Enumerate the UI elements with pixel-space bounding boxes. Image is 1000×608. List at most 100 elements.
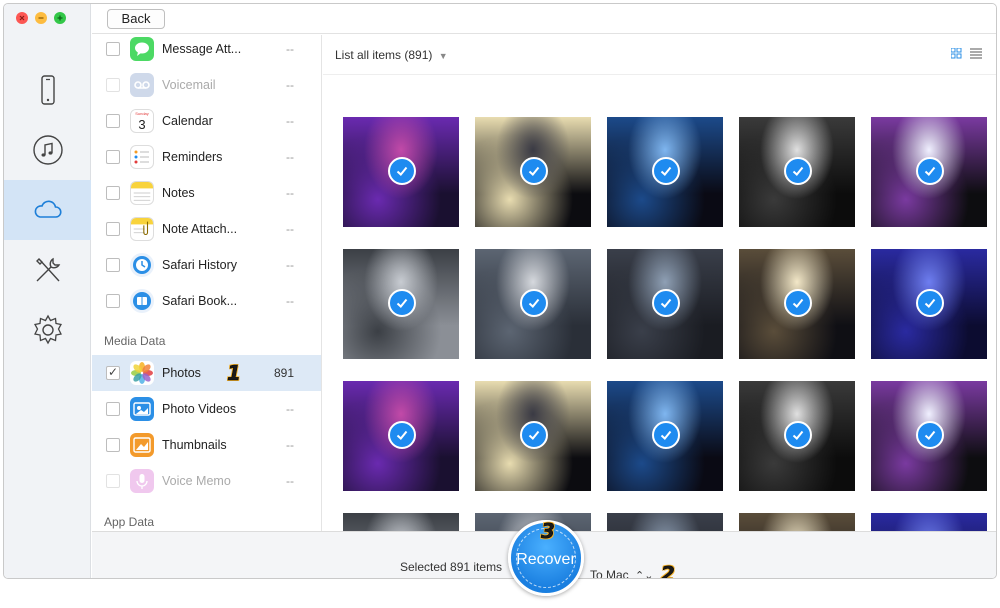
photo-thumbnail[interactable] <box>871 381 987 491</box>
photo-thumbnail[interactable] <box>343 513 459 531</box>
category-row-photo-videos[interactable]: Photo Videos -- <box>92 391 321 427</box>
photo-thumbnail[interactable] <box>739 249 855 359</box>
category-row-voice-memo: Voice Memo -- <box>92 463 321 499</box>
photo-thumbnail[interactable] <box>739 513 855 531</box>
category-label: Calendar <box>162 114 213 128</box>
list-view-icon[interactable] <box>970 48 982 59</box>
category-row-message-attachment[interactable]: Message Att... -- <box>92 35 321 67</box>
photo-thumbnail[interactable] <box>475 249 591 359</box>
checkbox[interactable] <box>106 186 120 200</box>
category-label: Voicemail <box>162 78 216 92</box>
photo-thumbnail[interactable] <box>343 117 459 227</box>
rail-toolkit[interactable] <box>4 240 91 300</box>
thumbnails-icon <box>130 433 154 457</box>
selected-check-icon[interactable] <box>520 157 548 185</box>
selected-check-icon[interactable] <box>916 289 944 317</box>
section-heading-app: App Data <box>104 515 155 529</box>
photo-thumbnail[interactable] <box>475 117 591 227</box>
category-label: Reminders <box>162 150 223 164</box>
itunes-icon <box>32 135 63 165</box>
gallery-header: List all items (891) ▼ <box>323 35 996 75</box>
device-icon <box>40 75 55 105</box>
checkbox[interactable] <box>106 150 120 164</box>
filter-dropdown[interactable]: List all items (891) ▼ <box>335 48 448 62</box>
checkbox[interactable] <box>106 438 120 452</box>
category-label: Note Attach... <box>162 222 238 236</box>
step-annotation-3: 3 <box>541 519 555 544</box>
checkbox[interactable] <box>106 222 120 236</box>
chevron-down-icon: ▼ <box>438 51 448 61</box>
voice-memo-icon <box>130 469 154 493</box>
rail-device[interactable] <box>4 60 91 120</box>
selection-summary: Selected 891 items <box>400 560 503 574</box>
category-row-notes[interactable]: Notes -- <box>92 175 321 211</box>
category-row-thumbnails[interactable]: Thumbnails -- <box>92 427 321 463</box>
selected-check-icon[interactable] <box>652 421 680 449</box>
photo-thumbnail[interactable] <box>607 249 723 359</box>
checkbox[interactable] <box>106 42 120 56</box>
rail-itunes[interactable] <box>4 120 91 180</box>
photo-thumbnail[interactable] <box>871 513 987 531</box>
step-annotation-1: 1 <box>227 361 241 386</box>
photo-thumbnail[interactable] <box>607 117 723 227</box>
photo-thumbnail[interactable] <box>343 249 459 359</box>
rail-settings[interactable] <box>4 300 91 360</box>
close-button[interactable] <box>16 12 28 24</box>
category-count: -- <box>286 294 294 308</box>
photo-thumbnail[interactable] <box>871 117 987 227</box>
category-row-safari-bookmark[interactable]: Safari Book... -- <box>92 283 321 319</box>
view-mode-toggle <box>951 48 982 59</box>
category-row-note-attachment[interactable]: Note Attach... -- <box>92 211 321 247</box>
photo-thumbnail[interactable] <box>739 117 855 227</box>
selected-check-icon[interactable] <box>388 289 416 317</box>
destination-selector[interactable]: To Mac ⌃⌄ 2 <box>590 560 675 579</box>
category-label: Safari History <box>162 258 238 272</box>
category-row-calendar[interactable]: Sunday 3 Calendar -- <box>92 103 321 139</box>
checkbox[interactable] <box>106 258 120 272</box>
category-label: Voice Memo <box>162 474 231 488</box>
selected-check-icon[interactable] <box>916 421 944 449</box>
category-label: Thumbnails <box>162 438 227 452</box>
category-list: Message Att... -- Voicemail -- Sunday 3 C… <box>92 35 322 531</box>
rail-icloud[interactable] <box>4 180 91 240</box>
safari-history-icon <box>130 253 154 277</box>
selected-check-icon[interactable] <box>784 157 812 185</box>
category-row-safari-history[interactable]: Safari History -- <box>92 247 321 283</box>
recover-button[interactable]: Recover 3 <box>508 519 584 596</box>
zoom-button[interactable] <box>54 12 66 24</box>
settings-icon <box>33 314 62 345</box>
checkbox[interactable] <box>106 402 120 416</box>
category-count: -- <box>286 150 294 164</box>
selected-check-icon[interactable] <box>652 157 680 185</box>
selected-check-icon[interactable] <box>784 289 812 317</box>
top-toolbar: Back <box>92 4 996 34</box>
photo-thumbnail[interactable] <box>475 381 591 491</box>
selected-check-icon[interactable] <box>784 421 812 449</box>
photo-thumbnail[interactable] <box>343 381 459 491</box>
category-row-reminders[interactable]: Reminders -- <box>92 139 321 175</box>
photo-thumbnail[interactable] <box>607 381 723 491</box>
category-label: Message Att... <box>162 42 242 56</box>
message-attachment-icon <box>130 37 154 61</box>
category-count: 891 <box>273 366 294 380</box>
destination-label: To Mac <box>590 568 629 579</box>
category-count: -- <box>286 438 294 452</box>
selected-check-icon[interactable] <box>916 157 944 185</box>
checkbox[interactable] <box>106 114 120 128</box>
photo-thumbnail[interactable] <box>607 513 723 531</box>
selected-check-icon[interactable] <box>388 157 416 185</box>
step-annotation-2: 2 <box>660 562 675 579</box>
photo-thumbnail[interactable] <box>871 249 987 359</box>
grid-view-icon[interactable] <box>951 48 962 59</box>
back-button[interactable]: Back <box>107 9 165 29</box>
selected-check-icon[interactable] <box>520 289 548 317</box>
category-row-photos[interactable]: Photos 1 891 <box>92 355 321 391</box>
minimize-button[interactable] <box>35 12 47 24</box>
selected-check-icon[interactable] <box>652 289 680 317</box>
selected-check-icon[interactable] <box>520 421 548 449</box>
checkbox[interactable] <box>106 294 120 308</box>
selected-check-icon[interactable] <box>388 421 416 449</box>
category-label: Photo Videos <box>162 402 237 416</box>
checkbox-checked[interactable] <box>106 365 120 380</box>
photo-thumbnail[interactable] <box>739 381 855 491</box>
